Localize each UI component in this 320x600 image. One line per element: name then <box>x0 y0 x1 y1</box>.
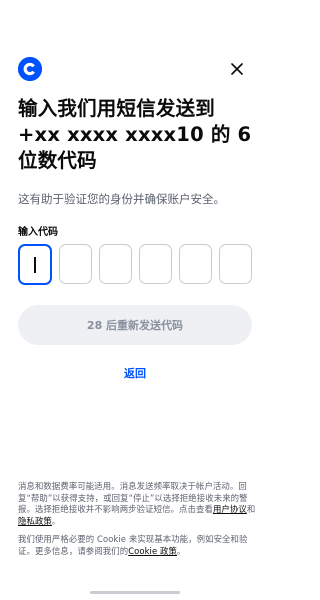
sms-disclaimer-end: 。 <box>51 515 61 526</box>
code-digit-4[interactable] <box>139 244 172 284</box>
privacy-policy-link[interactable]: 隐私政策 <box>18 516 52 526</box>
user-agreement-link[interactable]: 用户协议 <box>213 504 247 514</box>
coinbase-logo-icon <box>18 57 42 81</box>
cookie-disclaimer: 我们使用严格必要的 Cookie 来实现基本功能，例如安全和验证。更多信息，请参… <box>18 534 256 557</box>
code-digit-3[interactable] <box>99 244 132 284</box>
code-digit-6[interactable] <box>219 244 252 284</box>
resend-code-button[interactable]: 28 后重新发送代码 <box>18 305 252 345</box>
code-digit-5[interactable] <box>179 244 212 284</box>
page-title: 输入我们用短信发送到 +xx xxxx xxxx10 的 6 位数代码 <box>18 97 252 172</box>
code-input-label: 输入代码 <box>18 227 58 238</box>
cookie-policy-link[interactable]: Cookie 政策 <box>128 546 177 556</box>
conjunction-text: 和 <box>246 504 256 515</box>
code-digit-2[interactable] <box>59 244 92 284</box>
close-icon[interactable] <box>226 58 248 80</box>
text-caret <box>34 256 36 273</box>
sms-disclaimer: 消息和数据费率可能适用。消息发送频率取决于帐户活动。回复“帮助”以获得支持，或回… <box>18 481 256 527</box>
code-digit-1[interactable] <box>18 244 52 285</box>
code-input-group <box>18 244 252 286</box>
page-subtitle: 这有助于验证您的身份并确保账户安全。 <box>18 192 225 206</box>
cookie-disclaimer-end: 。 <box>176 545 186 556</box>
home-indicator[interactable] <box>90 591 180 594</box>
back-link[interactable]: 返回 <box>0 365 270 381</box>
